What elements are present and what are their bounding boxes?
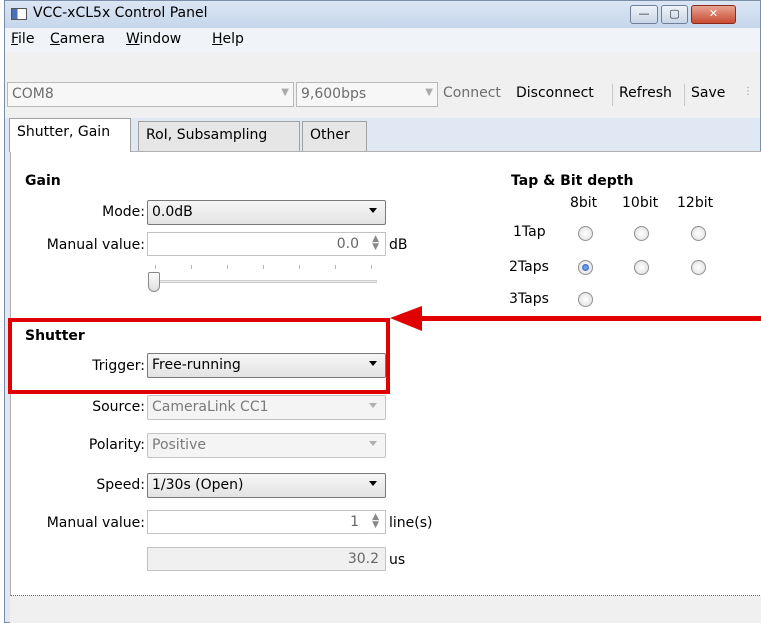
shutter-manual-label: Manual value: — [46, 515, 145, 531]
menu-camera[interactable]: Camera — [50, 31, 105, 47]
port-select[interactable]: COM8 ▼ — [7, 82, 294, 107]
tap-column-8bit: 8bit — [570, 195, 598, 211]
radio-2taps-8bit[interactable] — [578, 260, 593, 275]
menu-bar: File Camera Window Help — [5, 28, 760, 52]
gain-manual-label: Manual value: — [46, 237, 145, 253]
app-icon — [11, 8, 27, 20]
highlight-arrow-head — [390, 306, 422, 331]
tap-column-12bit: 12bit — [677, 195, 714, 211]
tab-shutter-gain[interactable]: Shutter, Gain — [9, 118, 131, 152]
radio-3taps-8bit[interactable] — [578, 292, 593, 307]
radio-1tap-12bit[interactable] — [691, 226, 706, 241]
tap-section-title: Tap & Bit depth — [511, 173, 634, 189]
slider-tick — [299, 265, 300, 269]
menu-window[interactable]: Window — [126, 31, 181, 47]
radio-1tap-8bit[interactable] — [578, 226, 593, 241]
toolbar: COM8 ▼ 9,600bps ▼ Connect Disconnect Ref… — [5, 52, 760, 118]
highlight-box — [8, 318, 390, 394]
tap-row-2taps: 2Taps — [509, 259, 549, 275]
menu-camera-mnemonic: C — [50, 31, 60, 47]
radio-1tap-10bit[interactable] — [634, 226, 649, 241]
minimize-button[interactable]: — — [630, 5, 658, 24]
maximize-icon: ▢ — [669, 7, 680, 20]
toolbar-separator — [684, 84, 685, 106]
close-button[interactable]: ✕ — [691, 5, 736, 24]
close-icon: ✕ — [708, 7, 719, 20]
menu-help-mnemonic: H — [212, 31, 223, 47]
shutter-speed-select[interactable]: 1/30s (Open) — [147, 473, 386, 498]
menu-file[interactable]: File — [11, 31, 34, 47]
slider-tick — [263, 265, 264, 269]
app-window: VCC-xCL5x Control Panel — ▢ ✕ File Camer… — [4, 0, 761, 623]
slider-tick — [335, 265, 336, 269]
shutter-source-value: CameraLink CC1 — [152, 399, 269, 415]
shutter-speed-label: Speed: — [96, 477, 145, 493]
menu-window-label: indow — [139, 31, 182, 47]
radio-2taps-10bit[interactable] — [634, 260, 649, 275]
spinner-icon[interactable]: ▲ ▼ — [372, 235, 379, 252]
gain-section-title: Gain — [25, 173, 61, 189]
tap-row-1tap: 1Tap — [513, 224, 546, 240]
shutter-manual-input[interactable]: 1 ▲ ▼ — [147, 510, 386, 534]
menu-help[interactable]: Help — [212, 31, 244, 47]
menu-file-label: ile — [18, 31, 35, 47]
highlight-arrow-line — [420, 316, 761, 321]
slider-tick — [191, 265, 192, 269]
shutter-manual-value: 1 — [350, 514, 359, 530]
gain-manual-value: 0.0 — [336, 236, 359, 252]
menu-help-label: elp — [222, 31, 244, 47]
connect-button[interactable]: Connect — [440, 82, 504, 107]
gain-unit-label: dB — [389, 237, 408, 253]
port-value: COM8 — [12, 86, 54, 102]
shutter-polarity-select[interactable]: Positive — [147, 433, 386, 458]
tap-column-10bit: 10bit — [622, 195, 659, 211]
shutter-time-value: 30.2 — [347, 551, 379, 567]
menu-window-mnemonic: W — [126, 31, 140, 47]
disconnect-button[interactable]: Disconnect — [513, 82, 597, 107]
gain-mode-select[interactable]: 0.0dB — [147, 200, 386, 225]
chevron-down-icon: ▼ — [281, 87, 289, 98]
window-title: VCC-xCL5x Control Panel — [33, 5, 208, 21]
toolbar-grip-icon[interactable]: ⋮ — [743, 86, 755, 108]
tap-row-3taps: 3Taps — [509, 291, 549, 307]
spinner-icon[interactable]: ▲ ▼ — [372, 513, 379, 530]
baud-value: 9,600bps — [301, 86, 367, 102]
chevron-down-icon — [369, 208, 377, 213]
slider-thumb[interactable] — [148, 272, 160, 292]
shutter-time-unit: us — [389, 552, 406, 568]
menu-file-mnemonic: F — [11, 31, 19, 47]
chevron-down-icon: ▼ — [425, 87, 433, 98]
minimize-icon: — — [638, 7, 650, 20]
chevron-down-icon — [369, 403, 377, 408]
shutter-speed-value: 1/30s (Open) — [152, 477, 244, 493]
slider-tick — [227, 265, 228, 269]
refresh-button[interactable]: Refresh — [616, 82, 675, 107]
maximize-button[interactable]: ▢ — [661, 5, 688, 24]
tab-roi-subsampling[interactable]: RoI, Subsampling — [138, 121, 300, 151]
tab-other[interactable]: Other — [302, 121, 367, 151]
title-bar[interactable]: VCC-xCL5x Control Panel — ▢ ✕ — [5, 1, 760, 28]
shutter-source-label: Source: — [92, 399, 145, 415]
slider-track — [149, 280, 377, 283]
gain-manual-input[interactable]: 0.0 ▲ ▼ — [147, 232, 386, 256]
gain-mode-value: 0.0dB — [152, 204, 193, 220]
shutter-source-select[interactable]: CameraLink CC1 — [147, 395, 386, 420]
shutter-polarity-label: Polarity: — [88, 437, 145, 453]
chevron-down-icon — [369, 441, 377, 446]
menu-camera-label: amera — [59, 31, 105, 47]
shutter-manual-unit: line(s) — [389, 515, 433, 531]
slider-tick — [155, 265, 156, 269]
baud-select[interactable]: 9,600bps ▼ — [296, 82, 438, 107]
save-button[interactable]: Save — [688, 82, 728, 107]
slider-tick — [371, 265, 372, 269]
status-area — [10, 596, 761, 623]
radio-2taps-12bit[interactable] — [691, 260, 706, 275]
chevron-down-icon — [369, 481, 377, 486]
toolbar-separator — [612, 84, 613, 106]
shutter-polarity-value: Positive — [152, 437, 206, 453]
shutter-time-readout: 30.2 — [147, 547, 386, 571]
gain-mode-label: Mode: — [102, 204, 145, 220]
